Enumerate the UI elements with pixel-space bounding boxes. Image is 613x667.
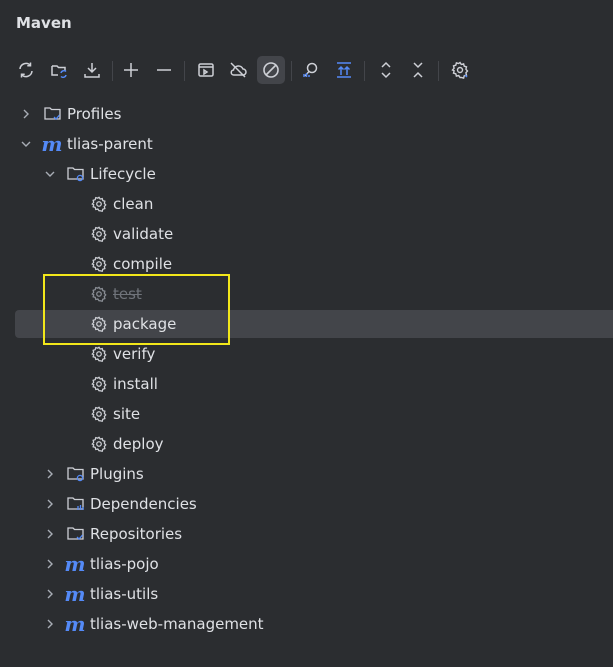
panel-title: Maven [16,14,72,32]
tree-item-repositories[interactable]: Repositories [0,519,613,549]
phase-validate[interactable]: validate [0,219,613,249]
profiles-folder-icon [43,104,63,124]
chevron-right-icon[interactable] [42,526,58,542]
dependencies-folder-icon [66,494,86,514]
gear-icon [89,374,109,394]
tree-item-tlias-web-management[interactable]: m tlias-web-management [0,609,613,639]
tree-item-label: Repositories [90,525,183,543]
phase-install[interactable]: install [0,369,613,399]
maven-module-icon: m [64,612,86,636]
tree-item-tlias-parent[interactable]: m tlias-parent [0,129,613,159]
phase-label: install [113,375,158,393]
chevron-down-icon[interactable] [42,166,58,182]
maven-module-icon: m [64,582,86,606]
phase-site[interactable]: site [0,399,613,429]
phase-deploy[interactable]: deploy [0,429,613,459]
chevron-right-icon[interactable] [42,556,58,572]
phase-label: compile [113,255,173,273]
maven-module-icon: m [64,552,86,576]
chevron-down-icon[interactable] [18,136,34,152]
plugins-folder-icon [66,464,86,484]
analyze-icon[interactable] [297,56,325,84]
run-config-icon[interactable] [192,56,220,84]
tree-item-label: Plugins [90,465,144,483]
tree-item-label: Dependencies [90,495,197,513]
download-icon[interactable] [78,56,106,84]
phase-compile[interactable]: compile [0,249,613,279]
gear-icon [89,344,109,364]
gear-icon [89,194,109,214]
reload-all-icon[interactable] [45,56,73,84]
reload-icon[interactable] [12,56,40,84]
lifecycle-folder-icon [66,164,86,184]
collapse-all-icon[interactable] [404,56,432,84]
add-icon[interactable] [117,56,145,84]
remove-icon[interactable] [150,56,178,84]
gear-icon [89,224,109,244]
tree-item-label: tlias-web-management [90,615,264,633]
gear-icon [89,434,109,454]
tree-item-dependencies[interactable]: Dependencies [0,489,613,519]
skip-tests-icon[interactable] [257,56,285,84]
maven-module-icon: m [41,132,63,156]
chevron-right-icon[interactable] [42,466,58,482]
tree-item-tlias-utils[interactable]: m tlias-utils [0,579,613,609]
phase-label-skipped: test [113,285,142,303]
expand-all-icon[interactable] [372,56,400,84]
tree-item-label: tlias-utils [90,585,159,603]
show-deps-icon[interactable] [330,56,358,84]
phase-label: package [113,315,177,333]
phase-label: deploy [113,435,164,453]
phase-test[interactable]: test [0,279,613,309]
tree-item-lifecycle[interactable]: Lifecycle [0,159,613,189]
settings-icon[interactable] [446,56,474,84]
phase-package[interactable]: package [0,309,613,339]
maven-toolbar [0,56,613,88]
repositories-folder-icon [66,524,86,544]
offline-icon[interactable] [224,56,252,84]
chevron-right-icon[interactable] [18,106,34,122]
phase-verify[interactable]: verify [0,339,613,369]
tree-item-label: tlias-parent [67,135,153,153]
tree-item-label: Lifecycle [90,165,156,183]
gear-icon [89,404,109,424]
tree-item-label: Profiles [67,105,122,123]
phase-label: verify [113,345,156,363]
phase-clean[interactable]: clean [0,189,613,219]
chevron-right-icon[interactable] [42,586,58,602]
chevron-right-icon[interactable] [42,616,58,632]
gear-icon [89,314,109,334]
phase-label: validate [113,225,174,243]
phase-label: clean [113,195,154,213]
phase-label: site [113,405,141,423]
tree-item-label: tlias-pojo [90,555,159,573]
chevron-right-icon[interactable] [42,496,58,512]
gear-icon [89,284,109,304]
tree-item-plugins[interactable]: Plugins [0,459,613,489]
tree-item-tlias-pojo[interactable]: m tlias-pojo [0,549,613,579]
tree-item-profiles[interactable]: Profiles [0,99,613,129]
gear-icon [89,254,109,274]
